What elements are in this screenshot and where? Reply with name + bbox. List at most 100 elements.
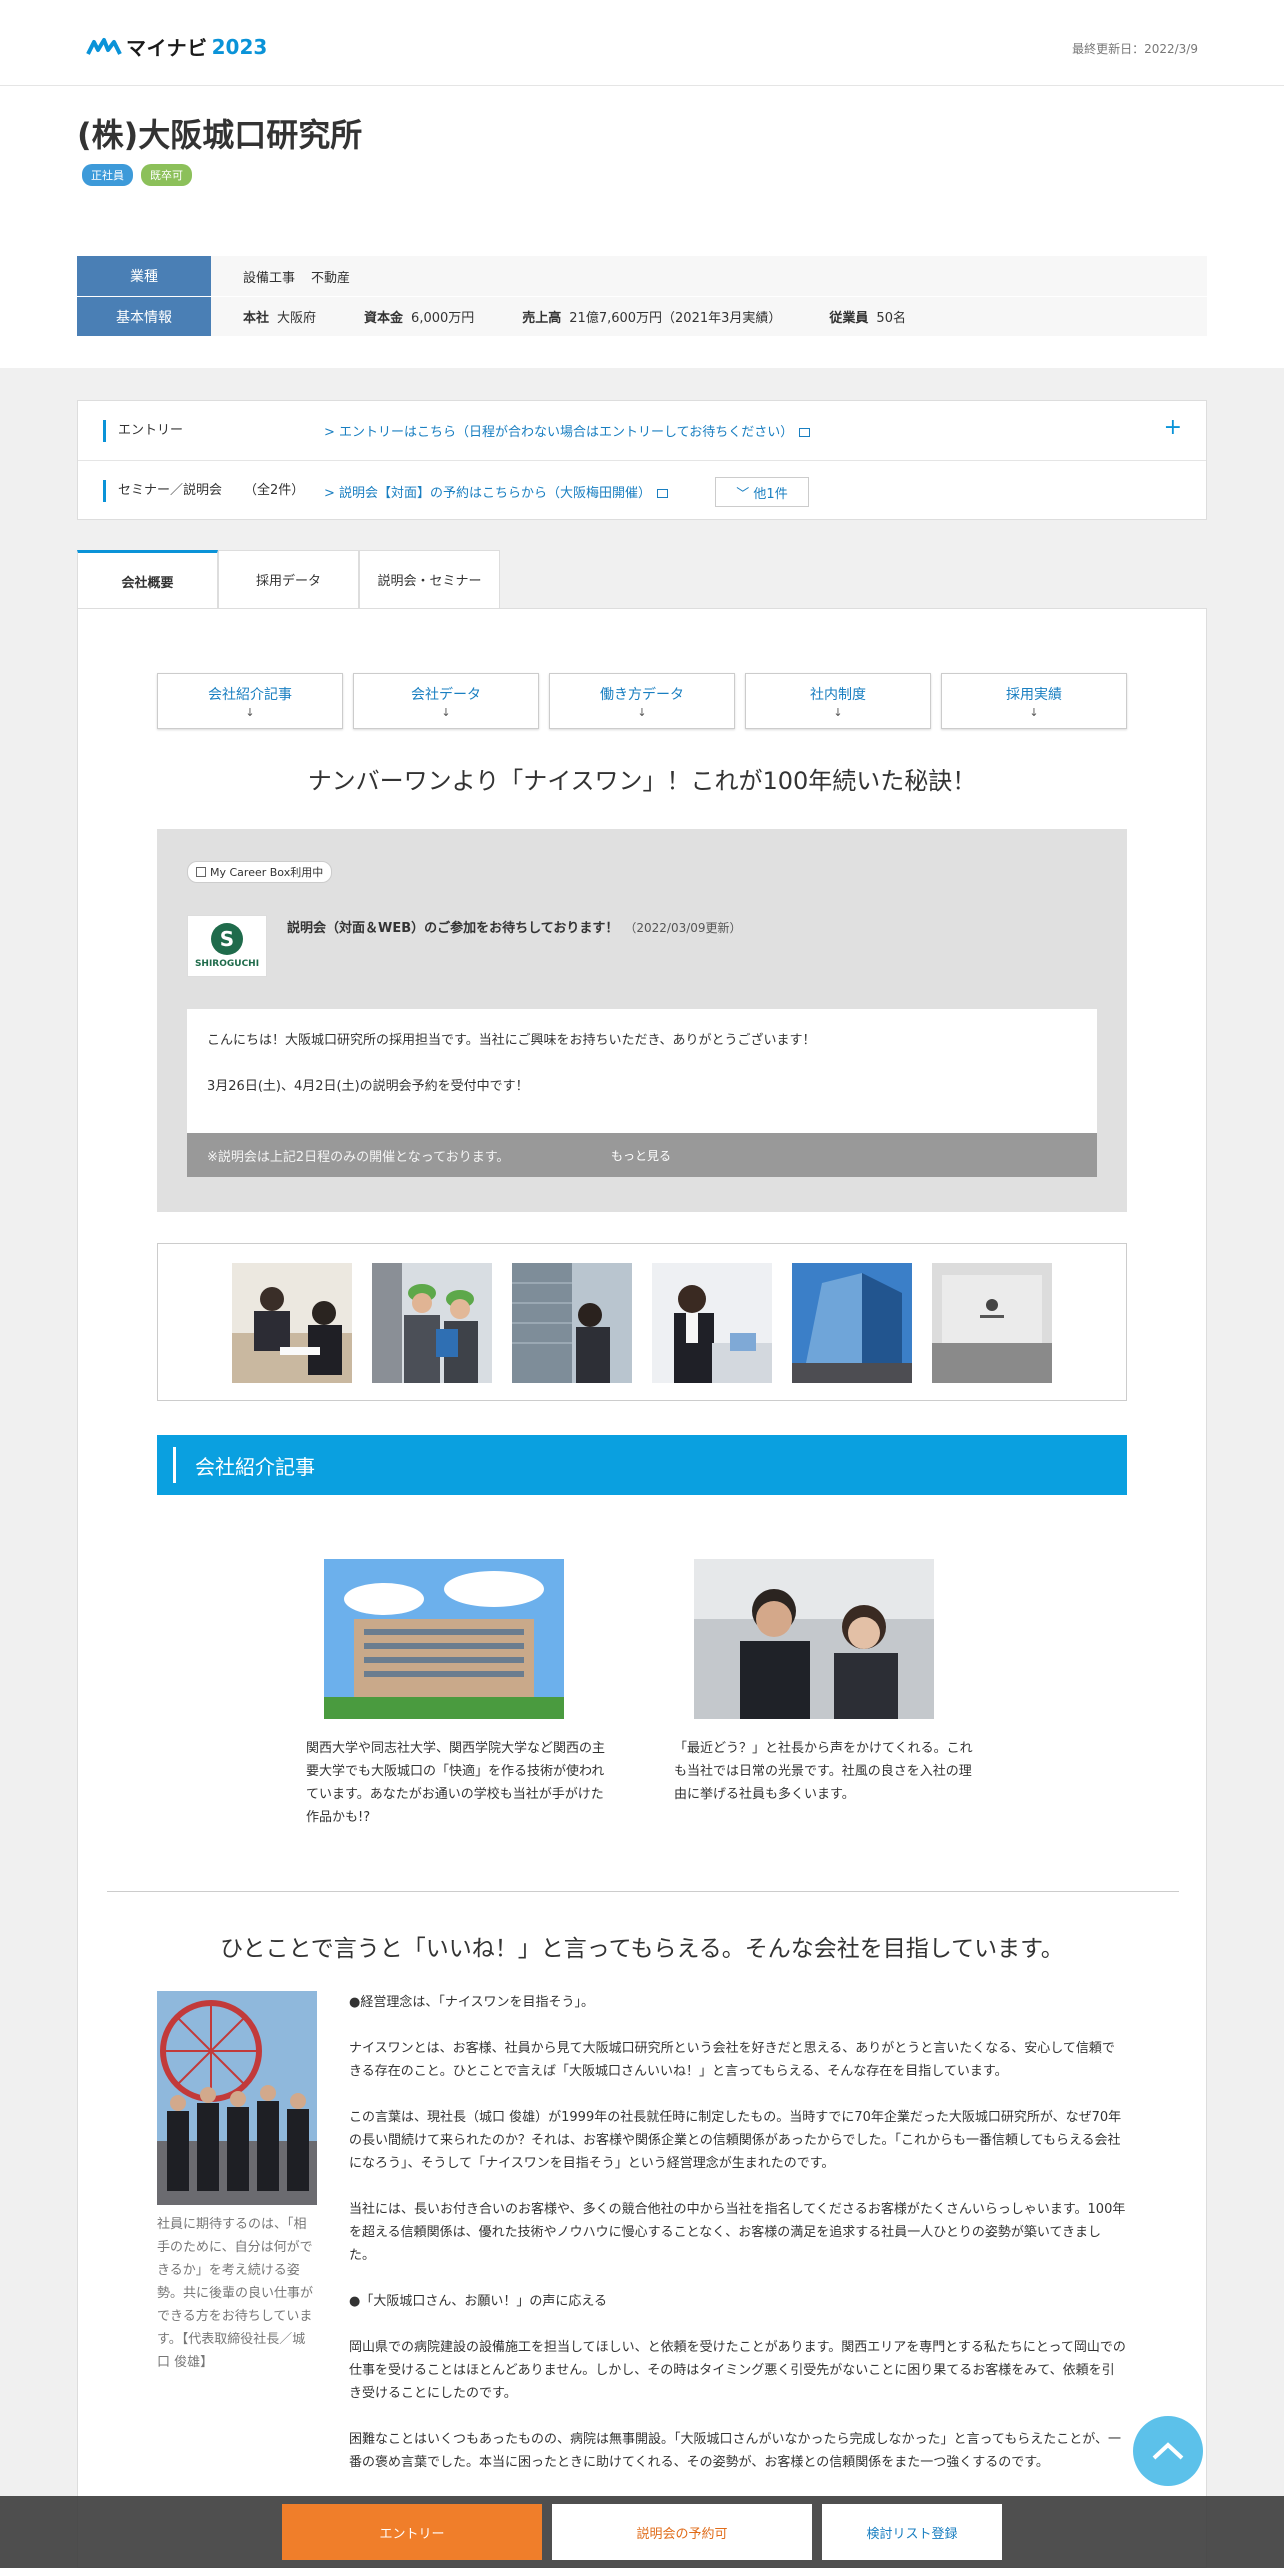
anchor-nav: 会社紹介記事 ↓ 会社データ ↓ 働き方データ ↓ 社内制度 ↓ 採用実績 ↓ xyxy=(157,673,1127,729)
logo-year: 2023 xyxy=(211,34,268,59)
article-caption: 関西大学や同志社大学、関西学院大学など関西の主要大学でも大阪城口の「快適」を作る… xyxy=(306,1741,606,1825)
other-seminars-button[interactable]: ﹀ 他1件 xyxy=(715,477,809,507)
last-updated: 最終更新日：2022/3/9 xyxy=(1072,42,1198,56)
bottom-action-bar: エントリー 説明会の予約可 検討リスト登録 xyxy=(0,2496,1284,2568)
president-staff-photo[interactable] xyxy=(694,1559,934,1719)
down-arrow-icon: ↓ xyxy=(833,705,843,719)
down-arrow-icon: ↓ xyxy=(637,705,647,719)
photo-thumb-meeting[interactable] xyxy=(232,1263,352,1383)
company-header: (株)大阪城口研究所 正社員 既卒可 業種 設備工事 不動産 基本情報 本社 大阪… xyxy=(0,86,1284,368)
external-link-icon xyxy=(799,428,811,437)
industry-row: 業種 設備工事 不動産 xyxy=(77,256,1207,296)
tab-company-overview[interactable]: 会社概要 xyxy=(77,550,218,610)
photo-thumb-building[interactable] xyxy=(792,1263,912,1383)
logo-circle: S xyxy=(211,923,243,955)
divider xyxy=(107,1891,1179,1892)
cube-icon xyxy=(196,867,206,877)
back-to-top-button[interactable] xyxy=(1133,2416,1203,2486)
badge-fulltime: 正社員 xyxy=(82,164,133,186)
mynavi-logo-mark-icon xyxy=(86,37,122,55)
seminar-count: （全2件） xyxy=(244,483,305,498)
logo-text: SHIROGUCHI xyxy=(194,959,260,969)
campus-building-photo[interactable] xyxy=(324,1559,564,1719)
industry-label: 業種 xyxy=(77,256,211,296)
anchor-internal-system[interactable]: 社内制度 ↓ xyxy=(745,673,931,729)
sales-item: 売上高 21億7,600万円（2021年3月実績） xyxy=(522,311,782,326)
basic-info-values: 本社 大阪府 資本金 6,000万円 売上高 21億7,600万円（2021年3月実績… xyxy=(211,296,1207,336)
mcb-paragraph: 3月26日(土)、4月2日(土)の説明会予約を受付中です！ xyxy=(207,1079,529,1094)
anchor-work-style[interactable]: 働き方データ ↓ xyxy=(549,673,735,729)
employment-badges: 正社員 既卒可 xyxy=(82,164,192,186)
philosophy-paragraph: 困難なことはいくつもあったものの、病院は無事開設。「大阪城口さんがいなかったら完… xyxy=(349,2432,1121,2470)
industry-value: 設備工事 xyxy=(243,270,296,286)
mcb-paragraph: こんにちは！大阪城口研究所の採用担当です。当社にご興味をお持ちいただき、ありがと… xyxy=(207,1033,816,1048)
philosophy-paragraph: 当社には、長いお付き合いのお客様や、多くの競合他社の中から当社を指名してくださる… xyxy=(349,2202,1126,2263)
philosophy-text: ●経営理念は、「ナイスワンを目指そう」。 ナイスワンとは、お客様、社員から見て大… xyxy=(349,1991,1127,2497)
logo-name: マイナビ xyxy=(126,36,208,60)
entry-row: エントリー > エントリーはこちら（日程が合わない場合はエントリーしてお待ちくだ… xyxy=(78,401,1206,461)
down-arrow-icon: ↓ xyxy=(441,705,451,719)
seminar-row: セミナー／説明会 （全2件） > 説明会【対面】の予約はこちらから（大阪梅田開催）… xyxy=(78,461,1206,521)
industry-value: 不動産 xyxy=(311,270,351,286)
anchor-company-data[interactable]: 会社データ ↓ xyxy=(353,673,539,729)
add-to-list-button[interactable]: 検討リスト登録 xyxy=(822,2504,1002,2560)
philosophy-paragraph: ●「大阪城口さん、お願い！」の声に応える xyxy=(349,2294,607,2309)
external-link-icon xyxy=(657,488,669,498)
executives-group-photo[interactable] xyxy=(157,1991,317,2205)
company-info-table: 業種 設備工事 不動産 基本情報 本社 大阪府 資本金 6,000万円 売上高 21億… xyxy=(77,256,1207,336)
mcb-badge: My Career Box利用中 xyxy=(187,861,333,883)
tab-seminars[interactable]: 説明会・セミナー xyxy=(359,550,500,608)
hq-item: 本社 大阪府 xyxy=(243,311,317,326)
industry-values: 設備工事 不動産 xyxy=(211,256,1207,296)
article-caption: 「最近どう？」と社長から声をかけてくれる。これも当社では日常の光景です。社風の良… xyxy=(674,1741,973,1802)
main-panel: 会社紹介記事 ↓ 会社データ ↓ 働き方データ ↓ 社内制度 ↓ 採用実績 ↓ ナンバーワ… xyxy=(77,608,1207,2568)
mcb-note: ※説明会は上記2日程のみの開催となっております。 xyxy=(207,1149,510,1165)
mcb-title: 説明会（対面＆WEB）のご参加をお待ちしております！ （2022/03/09更新） xyxy=(287,921,742,936)
philosophy-paragraph: ナイスワンとは、お客様、社員から見て大阪城口研究所という会社を好きだと思える、あ… xyxy=(349,2041,1115,2079)
entry-button[interactable]: エントリー xyxy=(282,2504,542,2560)
entry-box: エントリー > エントリーはこちら（日程が合わない場合はエントリーしてお待ちくだ… xyxy=(77,400,1207,520)
down-arrow-icon: ↓ xyxy=(245,705,255,719)
philosophy-paragraph: この言葉は、現社長（城口 俊雄）が1999年の社長就任時に制定したもの。当時すで… xyxy=(349,2110,1122,2171)
philosophy-paragraph: ●経営理念は、「ナイスワンを目指そう」。 xyxy=(349,1995,594,2010)
company-logo: S SHIROGUCHI xyxy=(187,915,267,977)
thumbnail-list xyxy=(232,1263,1052,1383)
employees-item: 従業員 50名 xyxy=(829,311,906,326)
article-card: 「最近どう？」と社長から声をかけてくれる。これも当社では日常の光景です。社風の良… xyxy=(674,1559,974,1806)
anchor-hiring-record[interactable]: 採用実績 ↓ xyxy=(941,673,1127,729)
article-card: 関西大学や同志社大学、関西学院大学など関西の主要大学でも大阪城口の「快適」を作る… xyxy=(306,1559,606,1829)
photo-thumb-lobby[interactable] xyxy=(932,1263,1052,1383)
mynavi-logo[interactable]: マイナビ 2023 xyxy=(86,32,267,61)
entry-label: エントリー xyxy=(103,419,183,442)
basic-info-row: 基本情報 本社 大阪府 資本金 6,000万円 売上高 21億7,600万円（2021… xyxy=(77,296,1207,336)
philosophy-title: ひとことで言うと「いいね！」と言ってもらえる。そんな会社を目指しています。 xyxy=(220,1936,1064,1962)
mcb-more-bar[interactable]: ※説明会は上記2日程のみの開催となっております。 もっと見る xyxy=(187,1133,1097,1177)
seminar-label: セミナー／説明会 （全2件） xyxy=(103,480,304,502)
basic-info-label: 基本情報 xyxy=(77,296,211,336)
anchor-company-article[interactable]: 会社紹介記事 ↓ xyxy=(157,673,343,729)
top-header: マイナビ 2023 最終更新日：2022/3/9 xyxy=(0,0,1284,86)
photo-gallery xyxy=(157,1243,1127,1401)
chevron-up-icon xyxy=(1152,2442,1184,2460)
photo-thumb-workers[interactable] xyxy=(372,1263,492,1383)
philosophy-photo-caption: 社員に期待するのは、「相手のために、自分は何ができるか」を考え続ける姿勢。共に後… xyxy=(157,2217,314,2370)
my-career-box-panel: My Career Box利用中 S SHIROGUCHI 説明会（対面＆WEB… xyxy=(157,829,1127,1212)
catchphrase-headline: ナンバーワンより「ナイスワン」！これが100年続いた秘訣！ xyxy=(307,767,977,795)
tab-recruitment-data[interactable]: 採用データ xyxy=(218,550,359,608)
content-tabs: 会社概要 採用データ 説明会・セミナー xyxy=(77,550,500,610)
mcb-date: （2022/03/09更新） xyxy=(624,921,742,935)
more-link[interactable]: もっと見る xyxy=(611,1147,671,1164)
company-name: (株)大阪城口研究所 xyxy=(77,116,363,154)
seminar-reservation-button[interactable]: 説明会の予約可 xyxy=(552,2504,812,2560)
capital-item: 資本金 6,000万円 xyxy=(364,311,475,326)
section-heading-company-article: 会社紹介記事 xyxy=(157,1435,1127,1495)
expand-plus-icon[interactable]: + xyxy=(1164,415,1182,440)
down-arrow-icon: ↓ xyxy=(1029,705,1039,719)
seminar-link[interactable]: > 説明会【対面】の予約はこちらから（大阪梅田開催） xyxy=(324,482,669,501)
philosophy-paragraph: 岡山県での病院建設の設備施工を担当してほしい、と依頼を受けたことがあります。関西… xyxy=(349,2340,1126,2401)
badge-graduate: 既卒可 xyxy=(141,164,192,186)
photo-thumb-office-woman[interactable] xyxy=(512,1263,632,1383)
photo-thumb-staff[interactable] xyxy=(652,1263,772,1383)
entry-link[interactable]: > エントリーはこちら（日程が合わない場合はエントリーしてお待ちください） xyxy=(324,421,811,440)
mcb-message: こんにちは！大阪城口研究所の採用担当です。当社にご興味をお持ちいただき、ありがと… xyxy=(187,1009,1097,1133)
